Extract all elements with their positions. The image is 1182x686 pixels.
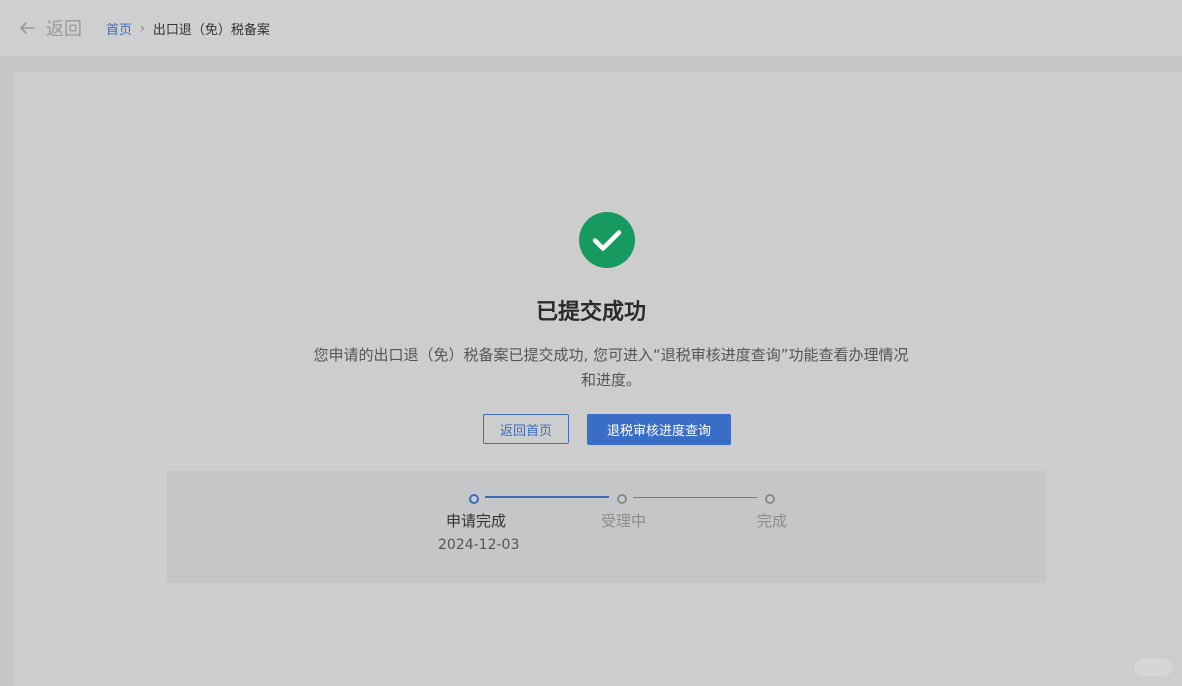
step-dot-pending [617, 494, 627, 504]
step-label-complete: 完成 [757, 512, 788, 530]
step-connector [633, 497, 757, 498]
chevron-right-icon: › [140, 21, 145, 35]
check-circle-icon [579, 212, 635, 268]
step-label-processing: 受理中 [601, 512, 647, 530]
breadcrumb-current: 出口退（免）税备案 [152, 22, 270, 38]
watermark-badge [1134, 658, 1172, 676]
step-dot-done [469, 494, 479, 504]
step-label-applied: 申请完成 [446, 512, 507, 530]
top-bar: 返回 首页 › 出口退（免）税备案 [0, 0, 1182, 57]
step-date: 2024-12-03 [438, 537, 520, 553]
arrow-left-icon [20, 22, 35, 34]
result-description: 您申请的出口退（免）税备案已提交成功, 您可进入“退税审核进度查询”功能查看办理… [281, 343, 941, 393]
result-title: 已提交成功 [535, 300, 646, 325]
step-connector [485, 496, 609, 498]
back-button[interactable]: 返回 [18, 15, 82, 41]
back-label: 返回 [46, 19, 82, 40]
refund-progress-query-button[interactable]: 退税审核进度查询 [587, 414, 731, 445]
breadcrumb-home-link[interactable]: 首页 [106, 19, 132, 38]
description-line: 您申请的出口退（免）税备案已提交成功, 您可进入“退税审核进度查询”功能查看办理… [313, 346, 909, 364]
return-home-button[interactable]: 返回首页 [483, 414, 569, 444]
breadcrumb: 首页 › 出口退（免）税备案 [106, 19, 270, 38]
step-dot-pending [765, 494, 775, 504]
description-line: 和进度。 [580, 371, 641, 389]
